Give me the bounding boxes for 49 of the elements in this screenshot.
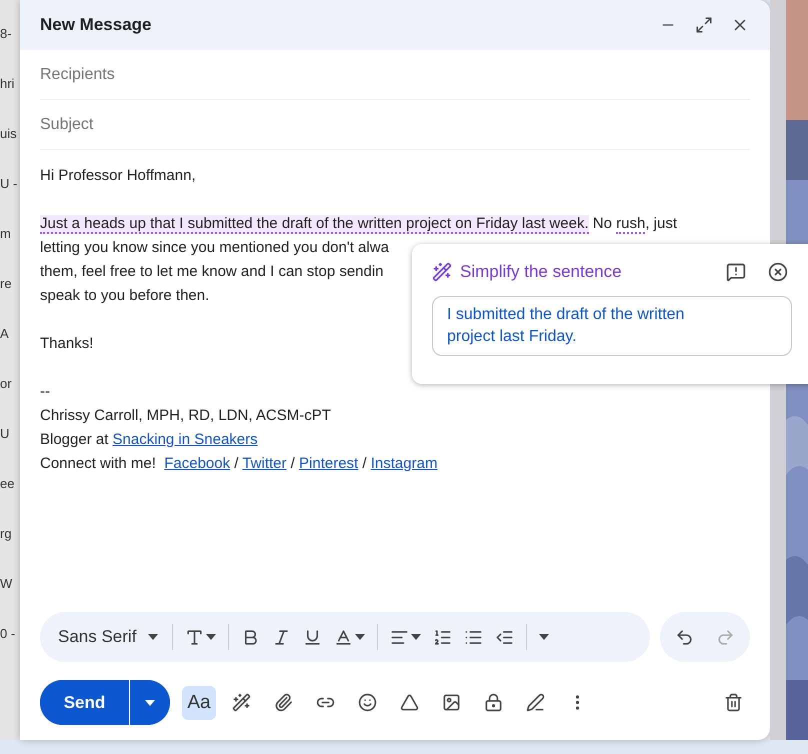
caret-icon xyxy=(206,634,216,640)
feedback-icon[interactable] xyxy=(726,262,746,282)
signature-line: Blogger at Snacking in Sneakers xyxy=(40,430,258,450)
link[interactable]: Pinterest xyxy=(299,455,358,472)
list-text: A xyxy=(0,325,10,343)
body-text: speak to you before then. xyxy=(40,286,210,306)
list-text: m xyxy=(0,225,12,243)
body-text: Just a heads up that I submitted the draft of the written project on Friday last week. No rush, just xyxy=(40,214,678,236)
send-button[interactable]: Send xyxy=(40,680,130,725)
body-text: Thanks! xyxy=(40,334,94,354)
text-size-icon[interactable] xyxy=(185,628,204,646)
window-title: New Message xyxy=(40,15,152,35)
list-text: ee xyxy=(0,475,16,493)
list-text: W xyxy=(0,575,14,593)
list-text: U xyxy=(0,425,10,443)
list-text: 0 - xyxy=(0,625,16,643)
list-text: 8- xyxy=(0,25,13,43)
popup-title: Simplify the sentence xyxy=(460,262,623,282)
link[interactable]: Instagram xyxy=(370,455,438,472)
list-text: or xyxy=(0,375,13,393)
signature-line: Connect with me! Facebook / Twitter / Pinterest / Instagram xyxy=(40,454,438,474)
caret-icon xyxy=(148,634,158,640)
link[interactable]: Snacking in Sneakers xyxy=(112,431,258,448)
expand-icon[interactable] xyxy=(695,16,713,34)
list-text: uis xyxy=(0,125,18,143)
list-text: hri xyxy=(0,75,16,93)
body-text: Chrissy Carroll, MPH, RD, LDN, ACSM-cPT xyxy=(40,406,331,426)
caret-icon xyxy=(411,634,422,640)
font-dropdown[interactable]: Sans Serif xyxy=(58,627,164,647)
list-text: rg xyxy=(0,525,13,543)
body-text: -- xyxy=(40,382,50,402)
suggestion-option[interactable]: I submitted the draft of the written project last Friday. xyxy=(432,296,792,356)
caret-icon xyxy=(539,634,550,640)
close-icon[interactable] xyxy=(768,262,788,282)
link[interactable]: Facebook xyxy=(164,455,230,472)
caret-icon xyxy=(145,700,155,706)
link[interactable]: Twitter xyxy=(242,455,287,472)
body-text: Hi Professor Hoffmann, xyxy=(40,166,196,186)
formatting-toggle[interactable]: Aa xyxy=(182,686,216,720)
text-color-icon[interactable] xyxy=(334,628,354,646)
undo-icon[interactable] xyxy=(675,628,694,646)
underline-icon[interactable] xyxy=(303,628,322,646)
body-text: letting you know since you mentioned you don't alwa xyxy=(40,238,389,258)
list-text: re xyxy=(0,275,13,293)
numbered-list-icon[interactable] xyxy=(433,628,452,646)
body-text: them, feel free to let me know and I can stop sendin xyxy=(40,262,384,282)
caret-icon xyxy=(355,634,366,640)
list-text: U - xyxy=(0,175,18,193)
magic-pen-icon xyxy=(432,262,452,282)
